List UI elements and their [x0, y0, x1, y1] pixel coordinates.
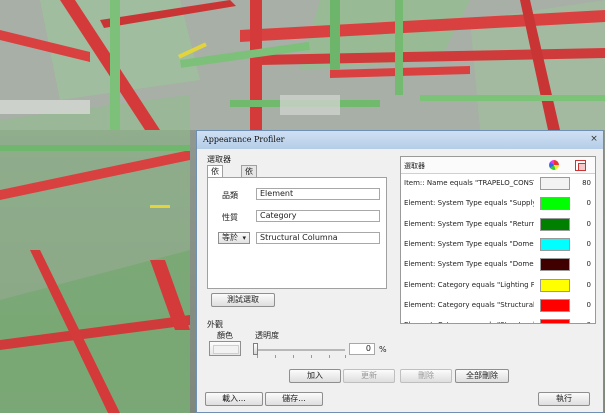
list-item-color-swatch[interactable]: [540, 319, 570, 323]
run-button[interactable]: 執行: [538, 392, 590, 406]
list-item-transparency[interactable]: 0: [587, 220, 591, 228]
delete-all-button[interactable]: 全部刪除: [455, 369, 509, 383]
slider-tick: [329, 355, 330, 358]
operator-value: 等於: [222, 233, 238, 242]
transparency-label: 透明度: [255, 331, 279, 340]
delete-button[interactable]: 刪除: [400, 369, 452, 383]
list-item-color-swatch[interactable]: [540, 237, 570, 251]
list-item-color-swatch[interactable]: [540, 177, 570, 190]
save-button[interactable]: 儲存...: [265, 392, 323, 406]
list-item[interactable]: Element: Category equals "Structural F..…: [401, 296, 595, 316]
list-item-selector: Element: Category equals "Lighting Fi...: [404, 280, 534, 289]
transparency-icon: [575, 160, 586, 171]
list-item-selector: Element: System Type equals "Domesti...: [404, 260, 534, 269]
color-wheel-icon: [549, 160, 559, 170]
list-item-transparency[interactable]: 0: [587, 281, 591, 289]
list-header: 選取器: [401, 157, 595, 174]
list-item-color-swatch[interactable]: [540, 278, 570, 292]
selector-group-label: 選取器: [207, 155, 231, 164]
list-item-selector: Element: System Type equals "Supply...: [404, 199, 534, 208]
operator-dropdown[interactable]: 等於 ▾: [218, 232, 250, 244]
slider-tick: [345, 355, 346, 358]
list-item-selector: Element: System Type equals "Domesti...: [404, 239, 534, 248]
appearance-profiler-dialog: Appearance Profiler × 選取器 依性質 依集 品類 Elem…: [196, 130, 604, 413]
list-item-selector: Item:: Name equals "TRAPELO_CONSTI...: [404, 179, 534, 187]
property-tab-panel: 品類 Element 性質 Category 等於 ▾ Structural C…: [207, 177, 387, 289]
slider-tick: [275, 355, 276, 358]
list-item-color-swatch[interactable]: [540, 217, 570, 231]
list-item-color-swatch[interactable]: [540, 298, 570, 312]
property-label: 性質: [222, 213, 238, 222]
list-item-transparency[interactable]: 0: [587, 301, 591, 309]
list-item[interactable]: Element: Category equals "Structural... 0: [401, 316, 595, 323]
appearance-group-label: 外觀: [207, 320, 223, 329]
list-item-selector: Element: Category equals "Structural...: [404, 321, 534, 323]
category-field[interactable]: Element: [256, 188, 380, 200]
value-field[interactable]: Structural Columna: [256, 232, 380, 244]
list-item-color-swatch[interactable]: [540, 258, 570, 272]
dialog-title: Appearance Profiler: [203, 135, 285, 144]
list-item[interactable]: Item:: Name equals "TRAPELO_CONSTI... 80: [401, 174, 595, 194]
percent-label: %: [379, 345, 387, 354]
list-item-selector: Element: System Type equals "Return...: [404, 219, 534, 228]
list-item[interactable]: Element: System Type equals "Return... 0: [401, 215, 595, 235]
property-field[interactable]: Category: [256, 210, 380, 222]
transparency-input[interactable]: 0: [349, 343, 375, 355]
slider-tick: [311, 355, 312, 358]
close-icon[interactable]: ×: [588, 133, 600, 145]
profile-list[interactable]: 選取器 Item:: Name equals "TRAPELO_CONSTI..…: [400, 156, 596, 324]
slider-tick: [293, 355, 294, 358]
list-item[interactable]: Element: System Type equals "Domesti... 0: [401, 235, 595, 255]
transparency-slider-track: [255, 349, 345, 351]
list-header-label: 選取器: [404, 162, 425, 170]
list-item[interactable]: Element: System Type equals "Supply... 0: [401, 194, 595, 214]
title-bar[interactable]: Appearance Profiler ×: [197, 131, 603, 149]
list-item-color-swatch[interactable]: [540, 197, 570, 211]
color-label: 顏色: [217, 331, 233, 340]
update-button[interactable]: 更新: [343, 369, 395, 383]
list-item-transparency[interactable]: 0: [587, 240, 591, 248]
chevron-down-icon: ▾: [242, 234, 246, 242]
list-item-transparency[interactable]: 0: [587, 199, 591, 207]
list-item[interactable]: Element: Category equals "Lighting Fi...…: [401, 276, 595, 296]
list-item-transparency[interactable]: 0: [587, 260, 591, 268]
list-item-transparency[interactable]: 80: [582, 179, 591, 187]
list-item[interactable]: Element: System Type equals "Domesti... 0: [401, 255, 595, 275]
transparency-slider-thumb[interactable]: [253, 343, 258, 355]
category-label: 品類: [222, 191, 238, 200]
list-item-transparency[interactable]: 0: [587, 321, 591, 323]
color-swatch: [213, 345, 239, 354]
list-item-selector: Element: Category equals "Structural F..…: [404, 300, 534, 309]
test-selection-button[interactable]: 測試選取: [211, 293, 275, 307]
slider-tick: [257, 355, 258, 358]
load-button[interactable]: 載入...: [205, 392, 263, 406]
color-picker-button[interactable]: [209, 341, 241, 356]
add-button[interactable]: 加入: [289, 369, 341, 383]
